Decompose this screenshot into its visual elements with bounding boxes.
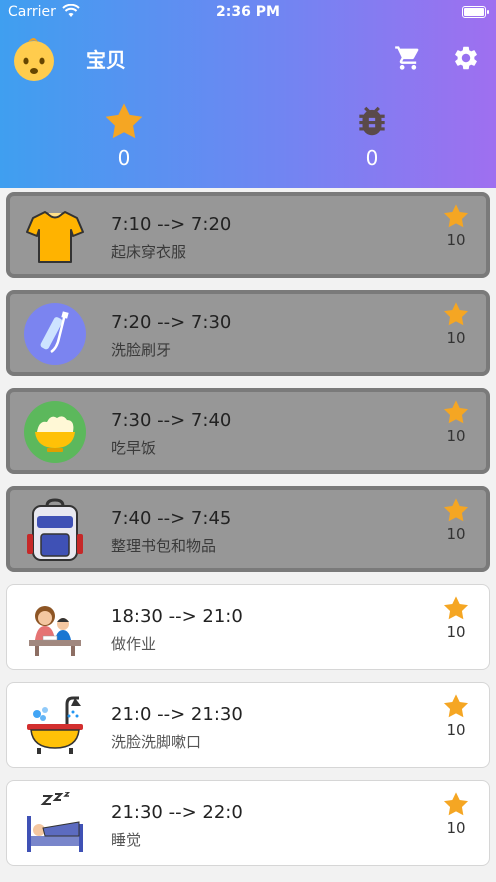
task-points: 10 [446,819,466,837]
task-points: 10 [446,721,466,739]
task-time: 7:10 --> 7:20 [111,214,232,235]
task-points: 10 [446,525,466,543]
sleep-icon [23,791,87,856]
task-name: 吃早饭 [111,439,157,457]
task-points: 10 [446,427,466,445]
header: Carrier 2:36 PM 宝贝 0 0 [0,0,496,188]
task-points: 10 [446,623,466,641]
bathtub-icon [23,694,87,758]
page-title: 宝贝 [86,48,126,72]
shirt-icon [23,204,87,268]
star-icon [443,693,469,719]
task-name: 洗脸洗脚嗽口 [111,733,202,751]
status-time: 2:36 PM [216,4,280,20]
task-time: 21:0 --> 21:30 [111,704,243,725]
gear-icon[interactable] [452,44,480,72]
task-card[interactable]: 7:40 --> 7:45 整理书包和物品 10 [6,486,490,572]
stars-counter: 0 [84,102,164,170]
task-card[interactable]: 21:30 --> 22:0 睡觉 10 [6,780,490,866]
task-time: 7:30 --> 7:40 [111,410,232,431]
status-bar: Carrier 2:36 PM [0,0,496,26]
star-icon [443,497,469,523]
homework-icon [23,596,87,660]
shopping-cart-icon[interactable] [394,44,422,72]
bugs-count: 0 [365,146,379,170]
task-card[interactable]: 7:10 --> 7:20 起床穿衣服 10 [6,192,490,278]
star-icon [443,203,469,229]
star-icon [443,791,469,817]
task-card[interactable]: 7:30 --> 7:40 吃早饭 10 [6,388,490,474]
task-card[interactable]: 7:20 --> 7:30 洗脸刷牙 10 [6,290,490,376]
task-name: 做作业 [111,635,157,653]
bugs-counter: 0 [332,102,412,170]
task-name: 洗脸刷牙 [111,341,172,359]
rice-bowl-icon [23,400,87,464]
task-card[interactable]: 18:30 --> 21:0 做作业 10 [6,584,490,670]
task-time: 18:30 --> 21:0 [111,606,243,627]
star-icon [443,301,469,327]
task-time: 7:40 --> 7:45 [111,508,232,529]
battery-icon [462,6,489,18]
task-name: 整理书包和物品 [111,537,217,555]
backpack-icon [23,498,87,562]
bug-icon [332,102,412,140]
task-points: 10 [446,231,466,249]
stars-count: 0 [117,146,131,170]
task-name: 起床穿衣服 [111,243,187,261]
task-points: 10 [446,329,466,347]
toothbrush-icon [23,302,87,366]
task-time: 21:30 --> 22:0 [111,802,243,823]
task-time: 7:20 --> 7:30 [111,312,232,333]
task-card[interactable]: 21:0 --> 21:30 洗脸洗脚嗽口 10 [6,682,490,768]
star-icon [443,595,469,621]
star-icon [84,102,164,140]
task-name: 睡觉 [111,831,142,849]
baby-avatar-icon[interactable] [12,34,56,82]
star-icon [443,399,469,425]
